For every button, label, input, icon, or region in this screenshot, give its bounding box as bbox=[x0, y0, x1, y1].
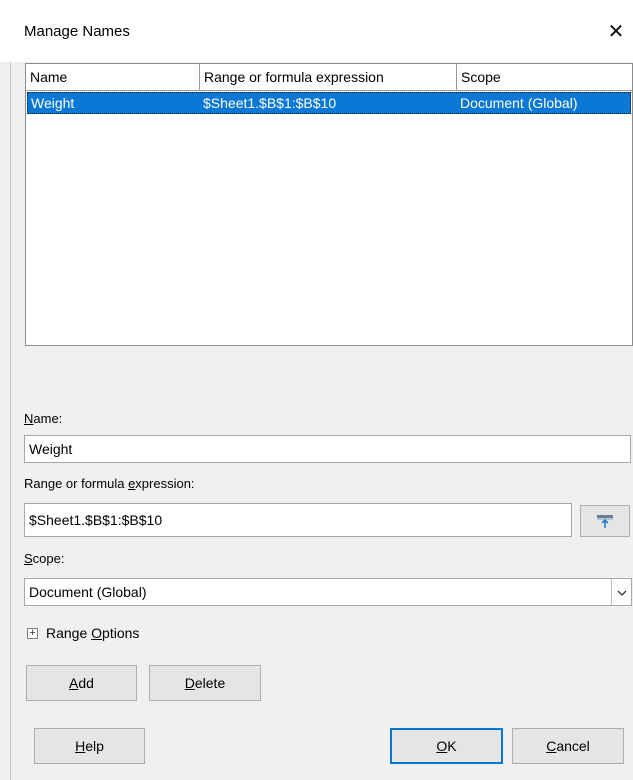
plus-box-icon[interactable]: + bbox=[27, 628, 38, 639]
range-input[interactable]: $Sheet1.$B$1:$B$10 bbox=[24, 503, 572, 537]
column-header-range[interactable]: Range or formula expression bbox=[200, 64, 457, 90]
cell-name: Weight bbox=[31, 95, 75, 111]
shrink-button[interactable] bbox=[580, 505, 630, 537]
scope-select-value: Document (Global) bbox=[29, 584, 147, 600]
cancel-button[interactable]: Cancel bbox=[512, 728, 624, 764]
names-table[interactable]: Name Range or formula expression Scope W… bbox=[25, 63, 633, 346]
ok-button[interactable]: OK bbox=[390, 728, 503, 764]
name-input[interactable]: Weight bbox=[24, 435, 631, 463]
scope-select[interactable]: Document (Global) bbox=[24, 578, 632, 606]
window-border bbox=[10, 0, 11, 780]
chevron-down-icon[interactable] bbox=[611, 579, 631, 605]
cell-scope: Document (Global) bbox=[460, 95, 578, 111]
shrink-icon bbox=[597, 515, 613, 528]
range-options-toggle[interactable]: Range Options bbox=[46, 625, 139, 641]
help-button[interactable]: Help bbox=[34, 728, 145, 764]
column-header-name[interactable]: Name bbox=[26, 64, 200, 90]
table-header: Name Range or formula expression Scope bbox=[26, 64, 632, 91]
dialog-title: Manage Names bbox=[24, 23, 130, 40]
delete-button[interactable]: Delete bbox=[149, 665, 261, 701]
table-row[interactable]: Weight $Sheet1.$B$1:$B$10 Document (Glob… bbox=[27, 92, 631, 114]
name-label: Name: bbox=[24, 411, 63, 426]
scope-label: Scope: bbox=[24, 551, 65, 566]
column-header-scope[interactable]: Scope bbox=[457, 64, 632, 90]
add-button[interactable]: Add bbox=[26, 665, 137, 701]
close-icon[interactable]: ✕ bbox=[599, 14, 633, 50]
range-label: Range or formula expression: bbox=[24, 476, 195, 491]
title-bar: Manage Names ✕ bbox=[0, 0, 633, 62]
cell-range: $Sheet1.$B$1:$B$10 bbox=[203, 95, 337, 111]
